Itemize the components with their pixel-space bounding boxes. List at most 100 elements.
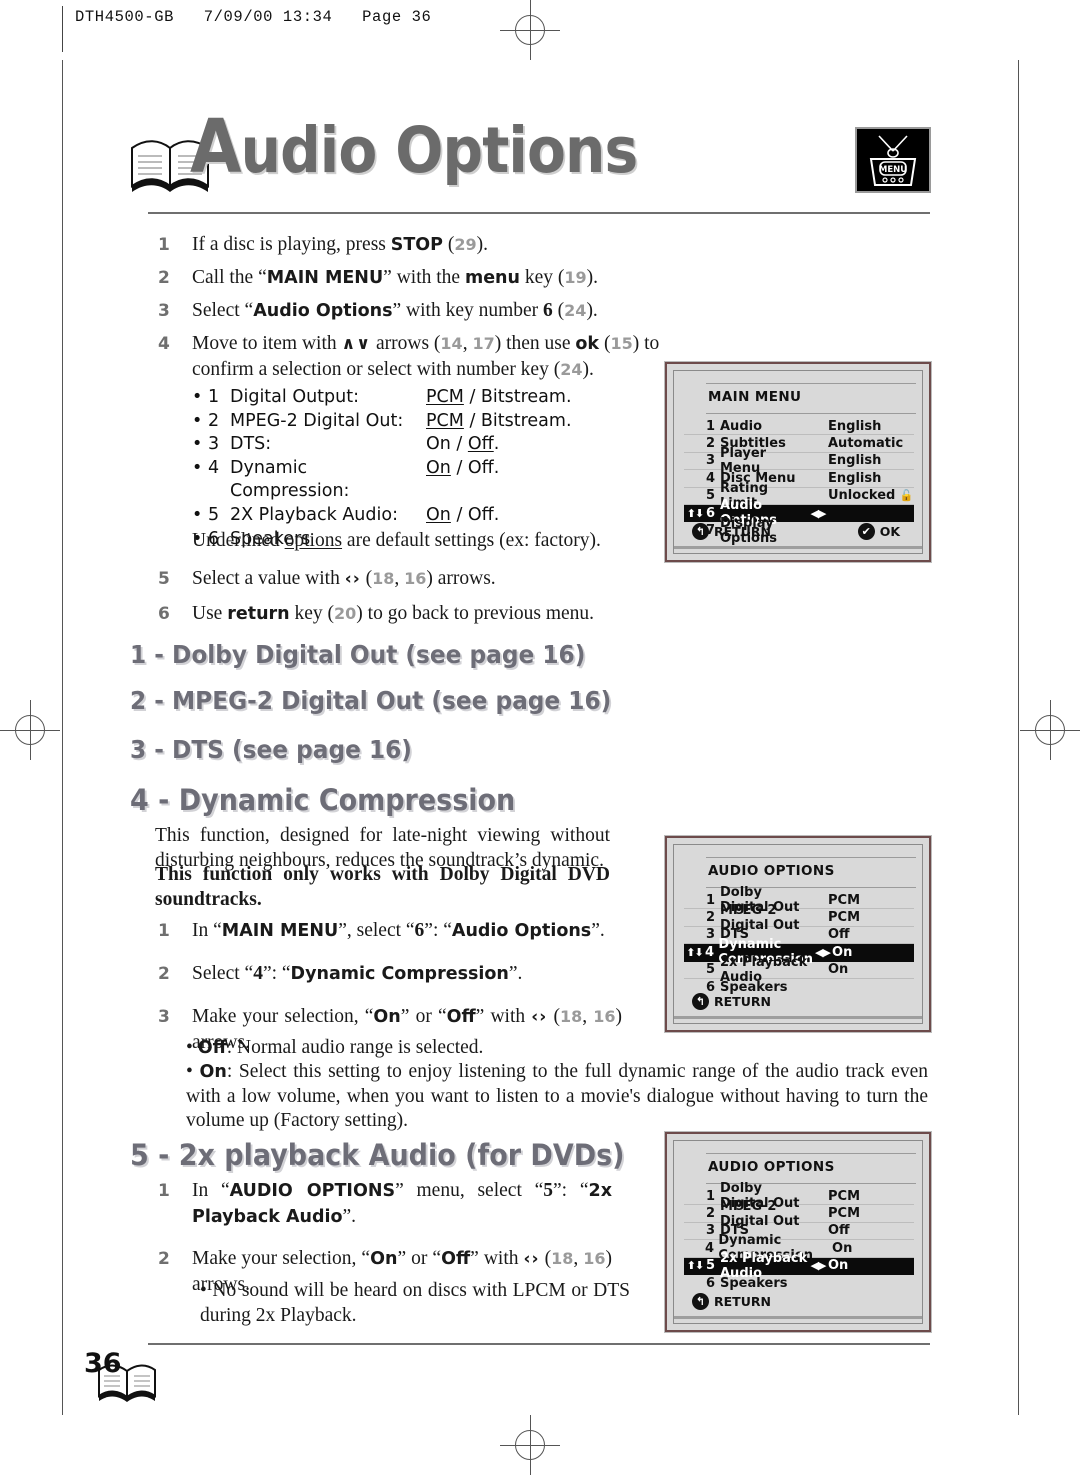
step-number: 1 [158,921,170,941]
osd-row-number: 4 [706,470,716,486]
registration-mark-top [500,0,560,60]
page-title: Audio Options [190,104,639,190]
bullet-dot: • [192,457,203,478]
osd-row-value: Automatic [828,436,904,452]
osd-row-value: English [828,470,882,486]
osd-title-rule-top [706,1153,916,1154]
step-number: 3 [158,301,170,321]
option-values: PCM / Bitstream. [426,410,572,431]
osd-screen-inner: AUDIO OPTIONS⬆⬇1Dolby Digital Out◀▶PCM⬆⬇… [673,1140,923,1324]
option-label: Dynamic Compression: [230,457,350,502]
option-values: On / Off. [426,434,500,455]
dynamic-compression-bullet-off: • Off: Normal audio range is selected. [186,1037,484,1058]
osd-row-value: Off [828,1223,850,1239]
osd-row-value: PCM [828,1188,861,1204]
osd-row-number: 1 [706,1188,716,1204]
option-label: Digital Output: [230,387,360,407]
left-right-arrows-icon: ◀▶ [815,945,831,959]
step-text: Call the “MAIN MENU” with the menu key (… [192,267,599,288]
osd-screen: AUDIO OPTIONS⬆⬇1Dolby Digital Out◀▶PCM⬆⬇… [665,1132,931,1332]
up-down-arrows-icon: ⬆⬇ [686,506,704,520]
option-values: On / Off. [426,457,500,478]
option-index: 2 [208,410,220,431]
osd-footer-rule [674,546,922,549]
osd-row-label: Audio [720,418,763,434]
osd-row-value: Off [828,927,850,943]
crop-line-right [1018,60,1019,1415]
osd-footer: ↰ RETURN [674,1289,922,1313]
page-title-block: Audio Options [128,104,928,208]
osd-footer: ↰ RETURN ✔ OK [674,519,922,543]
osd-row-number: 4 [704,1240,715,1256]
osd-row-number: 5 [706,962,716,978]
menu-icon-label: MENU [879,165,907,175]
osd-title-rule-top [706,857,916,858]
osd-row-number: 2 [706,910,716,926]
osd-return-button[interactable]: ↰ RETURN [692,522,771,540]
step-number: 1 [158,1181,170,1201]
osd-row-value: On [828,962,849,978]
osd-row-number: 2 [706,436,716,452]
osd-row-number: 4 [704,944,715,960]
return-icon: ↰ [692,1292,709,1310]
osd-row[interactable]: ⬆⬇1Audio◀▶English [684,418,914,436]
option-index: 5 [208,504,220,525]
up-down-arrows-icon: ⬆⬇ [686,1259,704,1273]
osd-title: AUDIO OPTIONS [708,863,835,879]
osd-footer-rule [674,1316,922,1319]
page-title-capital: A [190,104,242,190]
dynamic-compression-bullet-on: • On: Select this setting to enjoy liste… [186,1061,928,1131]
step-number: 1 [158,235,170,255]
osd-return-button[interactable]: ↰ RETURN [692,1292,771,1310]
option-list-item: • 3 DTS: On / Off. [192,433,622,457]
dynamic-compression-warning: This function only works with Dolby Digi… [155,864,610,910]
osd-row[interactable]: ⬆⬇2MPEG-2 Digital Out◀▶PCM [684,1199,914,1229]
option-label: DTS: [230,434,272,455]
left-right-arrows-icon: ◀▶ [810,1259,827,1273]
osd-row-number: 1 [706,418,716,434]
osd-row[interactable]: ⬆⬇3Player Menu◀▶English [684,446,914,476]
osd-row[interactable]: ⬆⬇52x Playback Audio◀▶On [684,1251,914,1281]
osd-return-label: RETURN [714,1293,771,1309]
option-values: On / Off. [426,504,500,525]
osd-title-rule-top [706,383,916,384]
step-number: 2 [158,964,170,984]
option-index: 4 [208,457,220,478]
osd-row-number: 2 [706,1206,716,1222]
bullet-dot: • [192,387,203,407]
step-text: Select a value with ‹› (18, 16) arrows. [192,568,496,589]
osd-return-button[interactable]: ↰ RETURN [692,992,771,1010]
option-list-item: • 5 2X Playback Audio: On / Off. [192,504,622,528]
osd-row-number: 5 [706,488,716,504]
osd-screen-inner: MAIN MENU⬆⬇1Audio◀▶English⬆⬇2Subtitles◀▶… [673,370,923,554]
page-number: 36 [84,1348,122,1379]
osd-row-value: PCM [828,892,861,908]
osd-return-label: RETURN [714,993,771,1009]
unlocked-padlock-icon: 🔓 [899,489,914,503]
registration-mark-bottom [500,1415,560,1475]
header-rule [62,6,63,52]
osd-row[interactable]: ⬆⬇2MPEG-2 Digital Out◀▶PCM [684,903,914,933]
osd-return-label: RETURN [714,523,771,539]
option-label: MPEG-2 Digital Out: [230,410,404,431]
option-list-item: • 1 Digital Output: PCM / Bitstream. [192,386,622,410]
crop-line-left [62,60,63,1415]
title-divider [148,212,930,214]
osd-screen-inner: AUDIO OPTIONS⬆⬇1Dolby Digital Out◀▶PCM⬆⬇… [673,844,923,1024]
footer-divider [148,1343,930,1345]
heading-dynamic-compression: 4 - Dynamic Compression [130,783,516,817]
heading-mpeg2-digital-out: 2 - MPEG-2 Digital Out (see page 16) [130,686,612,715]
osd-row[interactable]: ⬆⬇52x Playback Audio◀▶On [684,955,914,985]
manual-page: DTH4500-GB 7/09/00 13:34 Page 36 Audio O… [0,0,1080,1475]
osd-ok-button[interactable]: ✔ OK [857,522,900,540]
return-icon: ↰ [692,992,709,1010]
osd-row-number: 1 [706,892,716,908]
osd-title: MAIN MENU [708,389,802,405]
bullet-dot: • [192,434,203,455]
osd-row-number: 3 [706,453,716,469]
running-header: DTH4500-GB 7/09/00 13:34 Page 36 [75,8,432,26]
option-index: 1 [208,387,220,407]
page-title-rest: udio Options [240,114,639,187]
option-label: 2X Playback Audio: [230,504,398,525]
osd-title-rule-bottom [706,413,916,414]
